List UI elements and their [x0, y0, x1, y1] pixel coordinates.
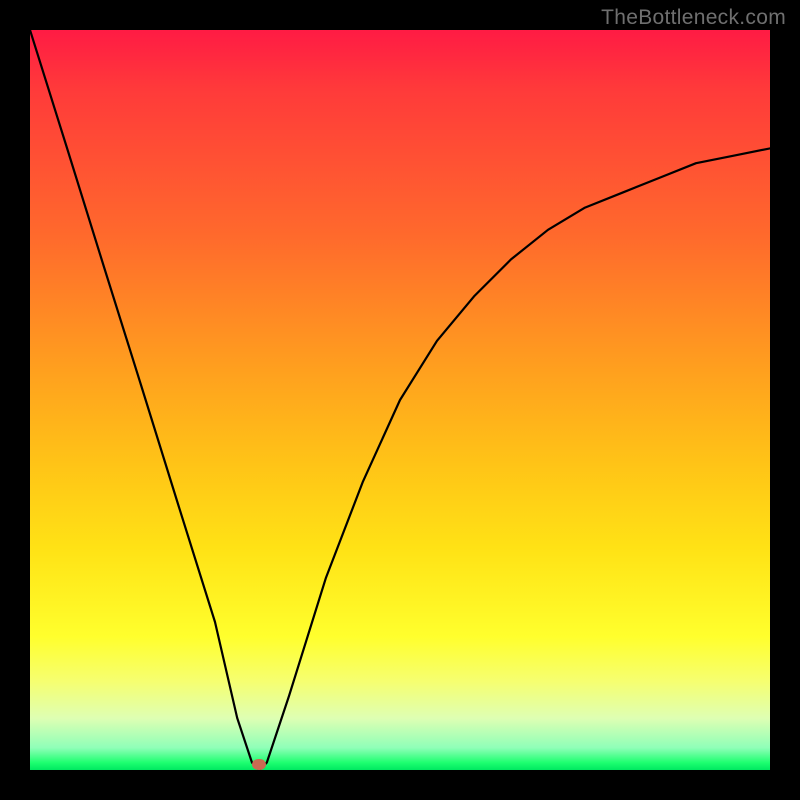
plot-area — [30, 30, 770, 770]
minimum-point-marker — [252, 759, 266, 770]
curve-svg — [30, 30, 770, 770]
bottleneck-curve-path — [30, 30, 770, 770]
chart-frame: TheBottleneck.com — [0, 0, 800, 800]
watermark-text: TheBottleneck.com — [601, 6, 786, 30]
